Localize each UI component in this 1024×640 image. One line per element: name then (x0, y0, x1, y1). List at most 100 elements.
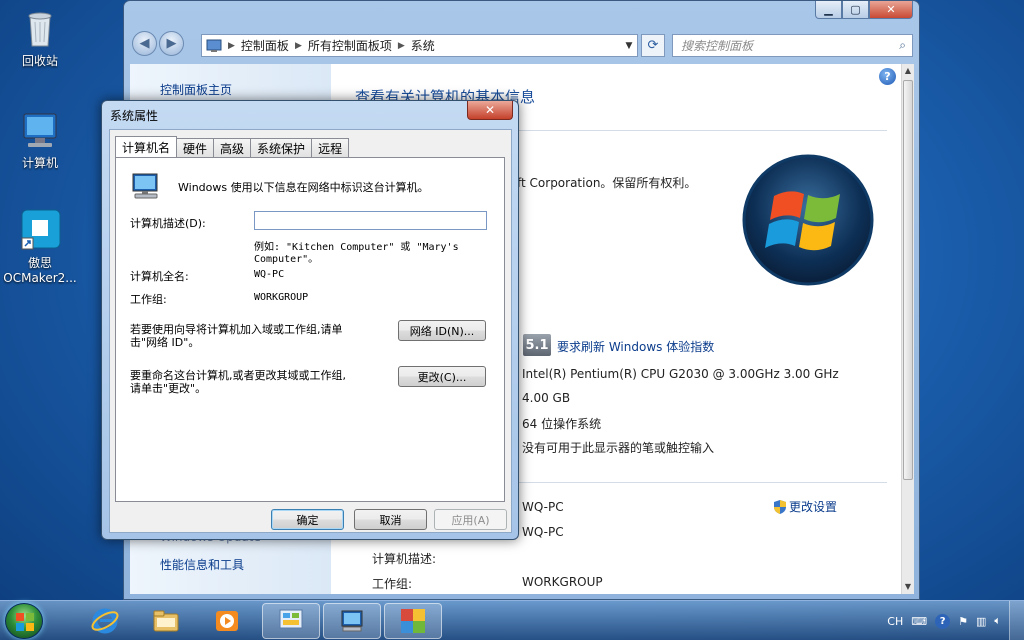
address-bar[interactable]: ▶ 控制面板 ▶ 所有控制面板项 ▶ 系统 ▼ (201, 34, 638, 57)
workgroup-label: 工作组: (372, 577, 413, 591)
processor-value: Intel(R) Pentium(R) CPU G2030 @ 3.00GHz … (522, 367, 839, 381)
memory-value: 4.00 GB (522, 391, 571, 405)
network-id-text-line2: 击"网络 ID"。 (130, 336, 200, 349)
pen-touch-value: 没有可用于此显示器的笔或触控输入 (522, 441, 715, 455)
full-name-value: WQ-PC (522, 525, 564, 539)
scrollbar-thumb[interactable] (903, 80, 913, 480)
ocmaker-app-icon (401, 609, 425, 633)
tab-strip: 计算机名 硬件 高级 系统保护 远程 (115, 136, 350, 157)
intro-text: Windows 使用以下信息在网络中标识这台计算机。 (178, 181, 429, 194)
search-placeholder: 搜索控制面板 (681, 39, 754, 53)
show-desktop-button[interactable] (1009, 601, 1024, 640)
back-button[interactable]: ◀ (132, 31, 157, 56)
search-icon: ⌕ (899, 38, 906, 52)
dialog-close-button[interactable]: ✕ (467, 101, 513, 120)
shield-icon (774, 499, 786, 514)
start-button[interactable] (5, 603, 43, 639)
tab-advanced[interactable]: 高级 (213, 138, 252, 157)
arrow-left-icon: ◀ (139, 36, 150, 51)
description-label: 计算机描述: (372, 552, 437, 566)
breadcrumb-all-items[interactable]: 所有控制面板项 (308, 37, 392, 54)
taskbar-internet-explorer[interactable] (76, 603, 134, 639)
breadcrumb-control-panel[interactable]: 控制面板 (241, 37, 289, 54)
help-icon[interactable]: ? (935, 613, 951, 629)
tab-remote[interactable]: 远程 (311, 138, 350, 157)
recycle-bin-icon (28, 12, 52, 47)
sidebar-link-home[interactable]: 控制面板主页 (160, 81, 232, 98)
taskbar-ocmaker[interactable] (384, 603, 442, 639)
description-input[interactable] (254, 211, 487, 230)
desktop-icon-label: 计算机 (21, 156, 58, 170)
folder-icon (153, 610, 179, 632)
workgroup-label: 工作组: (130, 293, 167, 306)
description-label: 计算机描述(D): (130, 217, 206, 230)
desktop-icon-recycle-bin[interactable]: 回收站 (2, 6, 78, 69)
workgroup-value: WORKGROUP (254, 292, 309, 303)
rename-text-line2: 请单击"更改"。 (130, 382, 207, 395)
search-input[interactable]: 搜索控制面板 ⌕ (672, 34, 913, 57)
desktop-icon-label: 傲思 (27, 256, 52, 270)
full-name-value: WQ-PC (254, 269, 285, 280)
dialog-title: 系统属性 (110, 109, 159, 123)
breadcrumb-separator-icon: ▶ (228, 40, 235, 51)
maximize-button[interactable]: ▢ (842, 1, 869, 19)
tab-computer-name[interactable]: 计算机名 (115, 136, 178, 157)
workgroup-value: WORKGROUP (522, 575, 603, 589)
chevron-down-icon[interactable]: ▼ (621, 41, 637, 51)
taskbar-control-panel[interactable] (262, 603, 320, 639)
network-icon[interactable]: ▥ (976, 615, 986, 628)
refresh-experience-index-link[interactable]: 要求刷新 Windows 体验指数 (557, 338, 714, 355)
system-tray: CH ⌨ ? ⚑ ▥ 🔈︎ (887, 601, 1024, 640)
cancel-button[interactable]: 取消 (354, 509, 427, 530)
apply-button[interactable]: 应用(A) (434, 509, 507, 530)
ocmaker-shortcut-icon (21, 209, 61, 250)
language-indicator[interactable]: CH (887, 615, 903, 628)
close-button[interactable]: ✕ (869, 1, 913, 19)
control-panel-icon (279, 609, 303, 629)
desktop-icon-computer[interactable]: 计算机 (2, 108, 78, 171)
control-panel-icon (206, 39, 222, 52)
change-settings-link[interactable]: 更改设置 (773, 498, 837, 515)
vertical-scrollbar[interactable]: ▲ ▼ (901, 64, 914, 594)
refresh-icon: ⟳ (647, 38, 659, 53)
breadcrumb-separator-icon: ▶ (397, 40, 405, 51)
taskbar-system-properties[interactable] (323, 603, 381, 639)
network-id-button[interactable]: 网络 ID(N)... (398, 320, 486, 341)
taskbar: CH ⌨ ? ⚑ ▥ 🔈︎ (0, 600, 1024, 640)
keyboard-icon[interactable]: ⌨ (911, 615, 927, 628)
tab-system-protection[interactable]: 系统保护 (250, 138, 313, 157)
scroll-down-icon[interactable]: ▼ (902, 580, 914, 594)
volume-icon[interactable]: 🔈︎ (994, 614, 1001, 628)
computer-icon (23, 113, 57, 147)
close-icon: ✕ (484, 103, 496, 117)
desktop-icon-label: 回收站 (21, 54, 58, 68)
scroll-up-icon[interactable]: ▲ (902, 64, 914, 78)
computer-icon (341, 610, 363, 632)
minimize-button[interactable]: ▁ (815, 1, 842, 19)
forward-button[interactable]: ▶ (159, 31, 184, 56)
desktop-icon-ocmaker[interactable]: 傲思 OCMaker2... (2, 208, 78, 286)
windows-logo-icon (742, 154, 874, 286)
system-type-value: 64 位操作系统 (522, 417, 602, 431)
refresh-button[interactable]: ⟳ (641, 34, 665, 57)
breadcrumb-system[interactable]: 系统 (411, 37, 435, 54)
flag-icon[interactable]: ⚑ (958, 615, 968, 628)
copyright-text: ft Corporation。保留所有权利。 (517, 176, 697, 190)
tab-hardware[interactable]: 硬件 (176, 138, 215, 157)
dialog-client-area: 计算机名 硬件 高级 系统保护 远程 Windows 使用以下信息在网络中标识这… (109, 129, 512, 533)
caption-buttons: ▁ ▢ ✕ (815, 1, 913, 19)
computer-icon (132, 173, 158, 199)
sidebar-link-performance[interactable]: 性能信息和工具 (160, 556, 244, 573)
windows-logo-icon (16, 613, 34, 631)
computer-name-value: WQ-PC (522, 500, 564, 514)
arrow-right-icon: ▶ (166, 36, 177, 51)
media-player-icon (216, 611, 238, 631)
help-icon[interactable]: ? (879, 68, 896, 85)
internet-explorer-icon (91, 608, 119, 634)
taskbar-media-player[interactable] (198, 603, 256, 639)
change-button[interactable]: 更改(C)... (398, 366, 486, 387)
ok-button[interactable]: 确定 (271, 509, 344, 530)
desktop-icon-label-line2: OCMaker2... (3, 271, 77, 285)
change-settings-label: 更改设置 (789, 500, 838, 514)
taskbar-explorer[interactable] (137, 603, 195, 639)
